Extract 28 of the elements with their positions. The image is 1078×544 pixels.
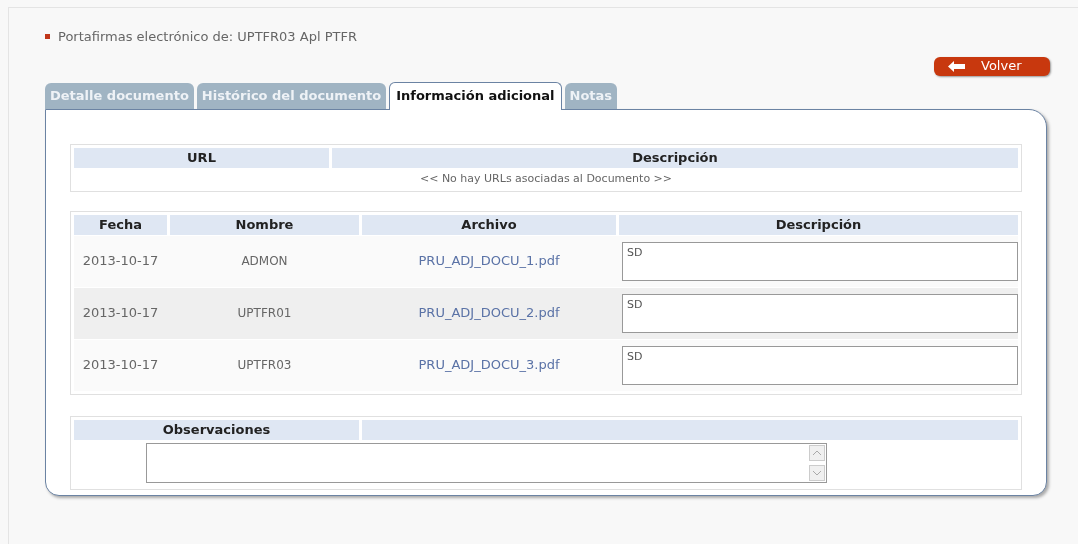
name-cell-text: UPTFR01 xyxy=(236,305,293,322)
name-cell-text: ADMON xyxy=(240,253,289,270)
scroll-up-icon xyxy=(808,444,825,461)
date-cell-text: 2013-10-17 xyxy=(81,252,160,271)
page-title: Portafirmas electrónico de: UPTFR03 Apl PTFR xyxy=(58,28,357,46)
empty-message: << No hay URLs asociadas al Documento >> xyxy=(418,170,674,187)
description-field[interactable]: SD xyxy=(622,345,1018,385)
column-header: URL xyxy=(74,147,329,168)
observations-field[interactable] xyxy=(145,442,827,483)
file-link[interactable]: PRU_ADJ_DOCU_2.pdf xyxy=(418,303,560,323)
back-button[interactable]: Volver xyxy=(934,56,1050,76)
description-field[interactable]: SD xyxy=(622,241,1018,281)
tab[interactable]: Información adicional xyxy=(389,81,562,110)
bullet-icon xyxy=(45,34,50,40)
column-header: Fecha xyxy=(74,214,167,235)
name-cell-text: UPTFR03 xyxy=(236,357,293,374)
column-header: Nombre xyxy=(170,214,359,235)
file-link[interactable]: PRU_ADJ_DOCU_1.pdf xyxy=(418,251,560,271)
scroll-down-icon xyxy=(808,464,825,481)
column-header: Descripción xyxy=(619,214,1018,235)
description-field[interactable]: SD xyxy=(622,293,1018,333)
file-link[interactable]: PRU_ADJ_DOCU_3.pdf xyxy=(418,355,560,375)
arrow-left-icon xyxy=(948,60,965,72)
date-cell-text: 2013-10-17 xyxy=(81,356,160,375)
date-cell-text: 2013-10-17 xyxy=(81,304,160,323)
column-header: Archivo xyxy=(362,214,616,235)
column-header: Descripción xyxy=(332,147,1018,168)
column-header: Observaciones xyxy=(74,419,359,440)
